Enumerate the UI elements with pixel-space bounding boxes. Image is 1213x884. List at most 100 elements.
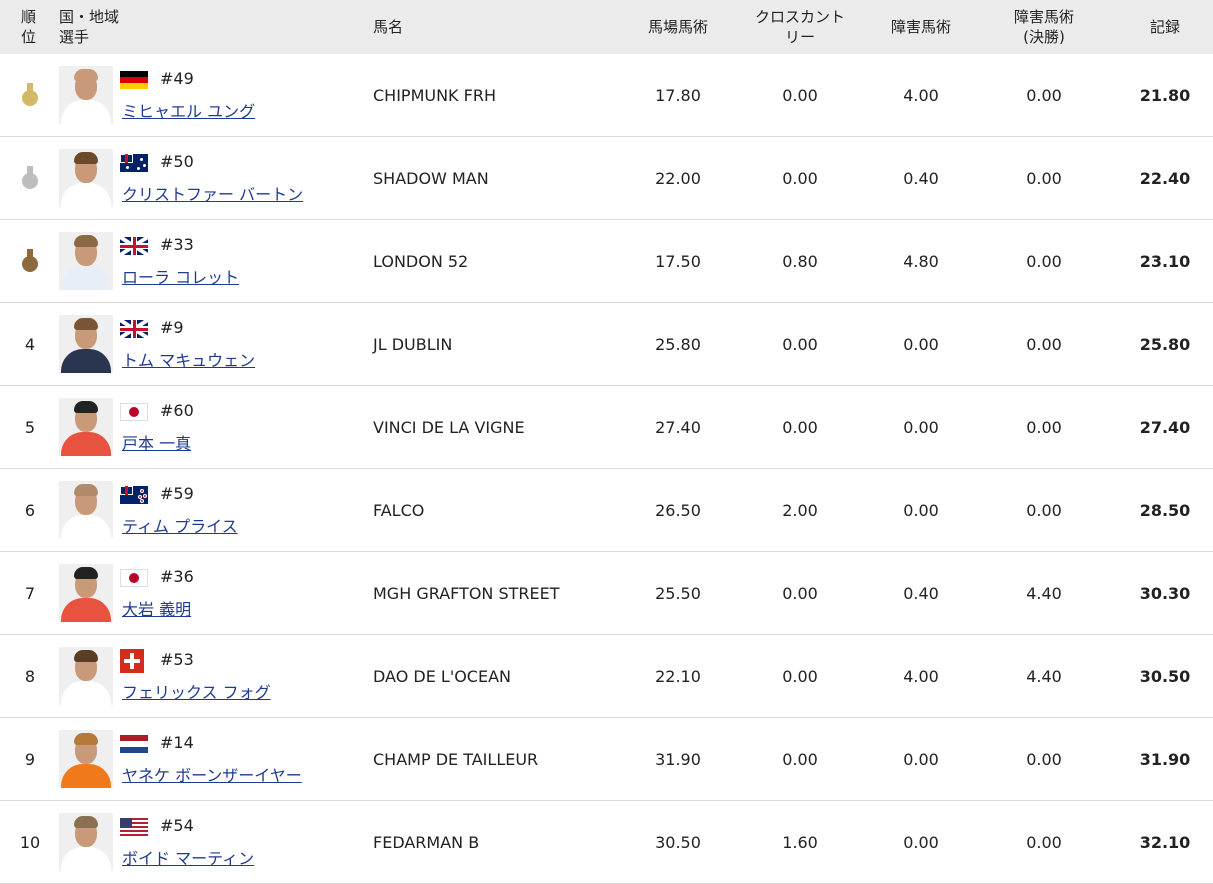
athlete-photo [59, 232, 113, 290]
header-jumping: 障害馬術 [890, 18, 951, 36]
bib-number: #60 [160, 401, 194, 420]
athlete-name-link[interactable]: 戸本 一真 [122, 430, 191, 454]
dressage-score: 25.50 [655, 583, 701, 603]
dressage-score: 26.50 [655, 500, 701, 520]
rank-value: 4 [24, 334, 36, 354]
rank-value: 6 [24, 500, 36, 520]
rank-cell: 10 [8, 801, 52, 883]
jumping-score: 4.80 [903, 251, 939, 271]
athlete-name-link[interactable]: ボイド マーティン [122, 845, 254, 869]
flag-gb-icon [120, 237, 148, 255]
horse-name: FALCO [373, 500, 425, 520]
rank-cell [8, 220, 52, 302]
jumping-final-score: 0.00 [1026, 832, 1062, 852]
flag-gb-icon [120, 320, 148, 338]
dressage-score: 22.10 [655, 666, 701, 686]
bib-number: #54 [160, 816, 194, 835]
athlete-photo [59, 647, 113, 705]
athlete-name-link[interactable]: フェリックス フォグ [122, 679, 271, 703]
jumping-score: 0.00 [903, 749, 939, 769]
jumping-final-score: 4.40 [1026, 666, 1062, 686]
rank-cell: 4 [8, 303, 52, 385]
athlete-name-link[interactable]: クリストファー バートン [122, 181, 303, 205]
table-row: 10 #54 ボイド マーティン FEDARMAN B 30.50 1.60 0… [0, 801, 1213, 884]
results-table: 順 位 国・地域 選手 馬名 馬場馬術 クロスカント リー 障害馬術 障害馬術 … [0, 0, 1213, 884]
cross-country-score: 0.00 [782, 168, 818, 188]
flag-us-icon [120, 818, 148, 836]
rank-cell: 5 [8, 386, 52, 468]
total-score: 27.40 [1139, 417, 1191, 437]
jumping-final-score: 0.00 [1026, 417, 1062, 437]
jumping-final-score: 0.00 [1026, 749, 1062, 769]
header-rank: 順 位 [21, 8, 37, 46]
jumping-score: 0.40 [903, 168, 939, 188]
bib-number: #14 [160, 733, 194, 752]
table-header: 順 位 国・地域 選手 馬名 馬場馬術 クロスカント リー 障害馬術 障害馬術 … [0, 0, 1213, 54]
bib-number: #33 [160, 235, 194, 254]
total-score: 30.30 [1139, 583, 1191, 603]
rank-value: 10 [19, 832, 41, 852]
bib-number: #49 [160, 69, 194, 88]
table-row: 5 #60 戸本 一真 VINCI DE LA VIGNE 27.40 0.00… [0, 386, 1213, 469]
table-row: 9 #14 ヤネケ ボーンザーイヤー CHAMP DE TAILLEUR 31.… [0, 718, 1213, 801]
cross-country-score: 0.00 [782, 417, 818, 437]
athlete-name-link[interactable]: ヤネケ ボーンザーイヤー [122, 762, 302, 786]
total-score: 32.10 [1139, 832, 1191, 852]
cross-country-score: 0.00 [782, 85, 818, 105]
horse-name: FEDARMAN B [373, 832, 480, 852]
athlete-photo [59, 66, 113, 124]
jumping-score: 0.00 [903, 334, 939, 354]
bib-number: #50 [160, 152, 194, 171]
bronze-medal-icon [22, 249, 38, 273]
flag-jp-icon [120, 403, 148, 421]
total-score: 25.80 [1139, 334, 1191, 354]
jumping-score: 0.00 [903, 500, 939, 520]
total-score: 22.40 [1139, 168, 1191, 188]
header-cross-country: クロスカント リー [754, 8, 845, 46]
rank-value: 5 [24, 417, 36, 437]
table-row: 6 #59 ティム プライス FALCO 26.50 2.00 0.00 0.0… [0, 469, 1213, 552]
jumping-score: 4.00 [903, 85, 939, 105]
jumping-final-score: 0.00 [1026, 251, 1062, 271]
cross-country-score: 0.00 [782, 666, 818, 686]
horse-name: CHIPMUNK FRH [373, 85, 496, 105]
horse-name: VINCI DE LA VIGNE [373, 417, 525, 437]
flag-au-icon [120, 154, 148, 172]
athlete-name-link[interactable]: ローラ コレット [122, 264, 239, 288]
athlete-name-link[interactable]: ティム プライス [122, 513, 238, 537]
athlete-photo [59, 730, 113, 788]
cross-country-score: 2.00 [782, 500, 818, 520]
jumping-score: 0.00 [903, 417, 939, 437]
dressage-score: 31.90 [655, 749, 701, 769]
rank-cell: 8 [8, 635, 52, 717]
table-row: 8 #53 フェリックス フォグ DAO DE L'OCEAN 22.10 0.… [0, 635, 1213, 718]
jumping-final-score: 0.00 [1026, 168, 1062, 188]
athlete-photo [59, 315, 113, 373]
header-horse: 馬名 [373, 18, 404, 36]
athlete-name-link[interactable]: トム マキュウェン [122, 347, 255, 371]
rank-value: 7 [24, 583, 36, 603]
athlete-name-link[interactable]: ミヒャエル ユング [122, 98, 255, 122]
bib-number: #9 [160, 318, 184, 337]
athlete-photo [59, 564, 113, 622]
rank-cell [8, 137, 52, 219]
header-total: 記録 [1149, 18, 1180, 36]
horse-name: MGH GRAFTON STREET [373, 583, 560, 603]
total-score: 28.50 [1139, 500, 1191, 520]
athlete-photo [59, 398, 113, 456]
silver-medal-icon [22, 166, 38, 190]
athlete-name-link[interactable]: 大岩 義明 [122, 596, 191, 620]
jumping-score: 0.00 [903, 832, 939, 852]
horse-name: SHADOW MAN [373, 168, 489, 188]
athlete-photo [59, 481, 113, 539]
header-dressage: 馬場馬術 [647, 18, 708, 36]
total-score: 31.90 [1139, 749, 1191, 769]
total-score: 21.80 [1139, 85, 1191, 105]
total-score: 30.50 [1139, 666, 1191, 686]
rank-cell: 7 [8, 552, 52, 634]
horse-name: LONDON 52 [373, 251, 469, 271]
table-row: #49 ミヒャエル ユング CHIPMUNK FRH 17.80 0.00 4.… [0, 54, 1213, 137]
jumping-score: 0.40 [903, 583, 939, 603]
jumping-score: 4.00 [903, 666, 939, 686]
flag-nl-icon [120, 735, 148, 753]
